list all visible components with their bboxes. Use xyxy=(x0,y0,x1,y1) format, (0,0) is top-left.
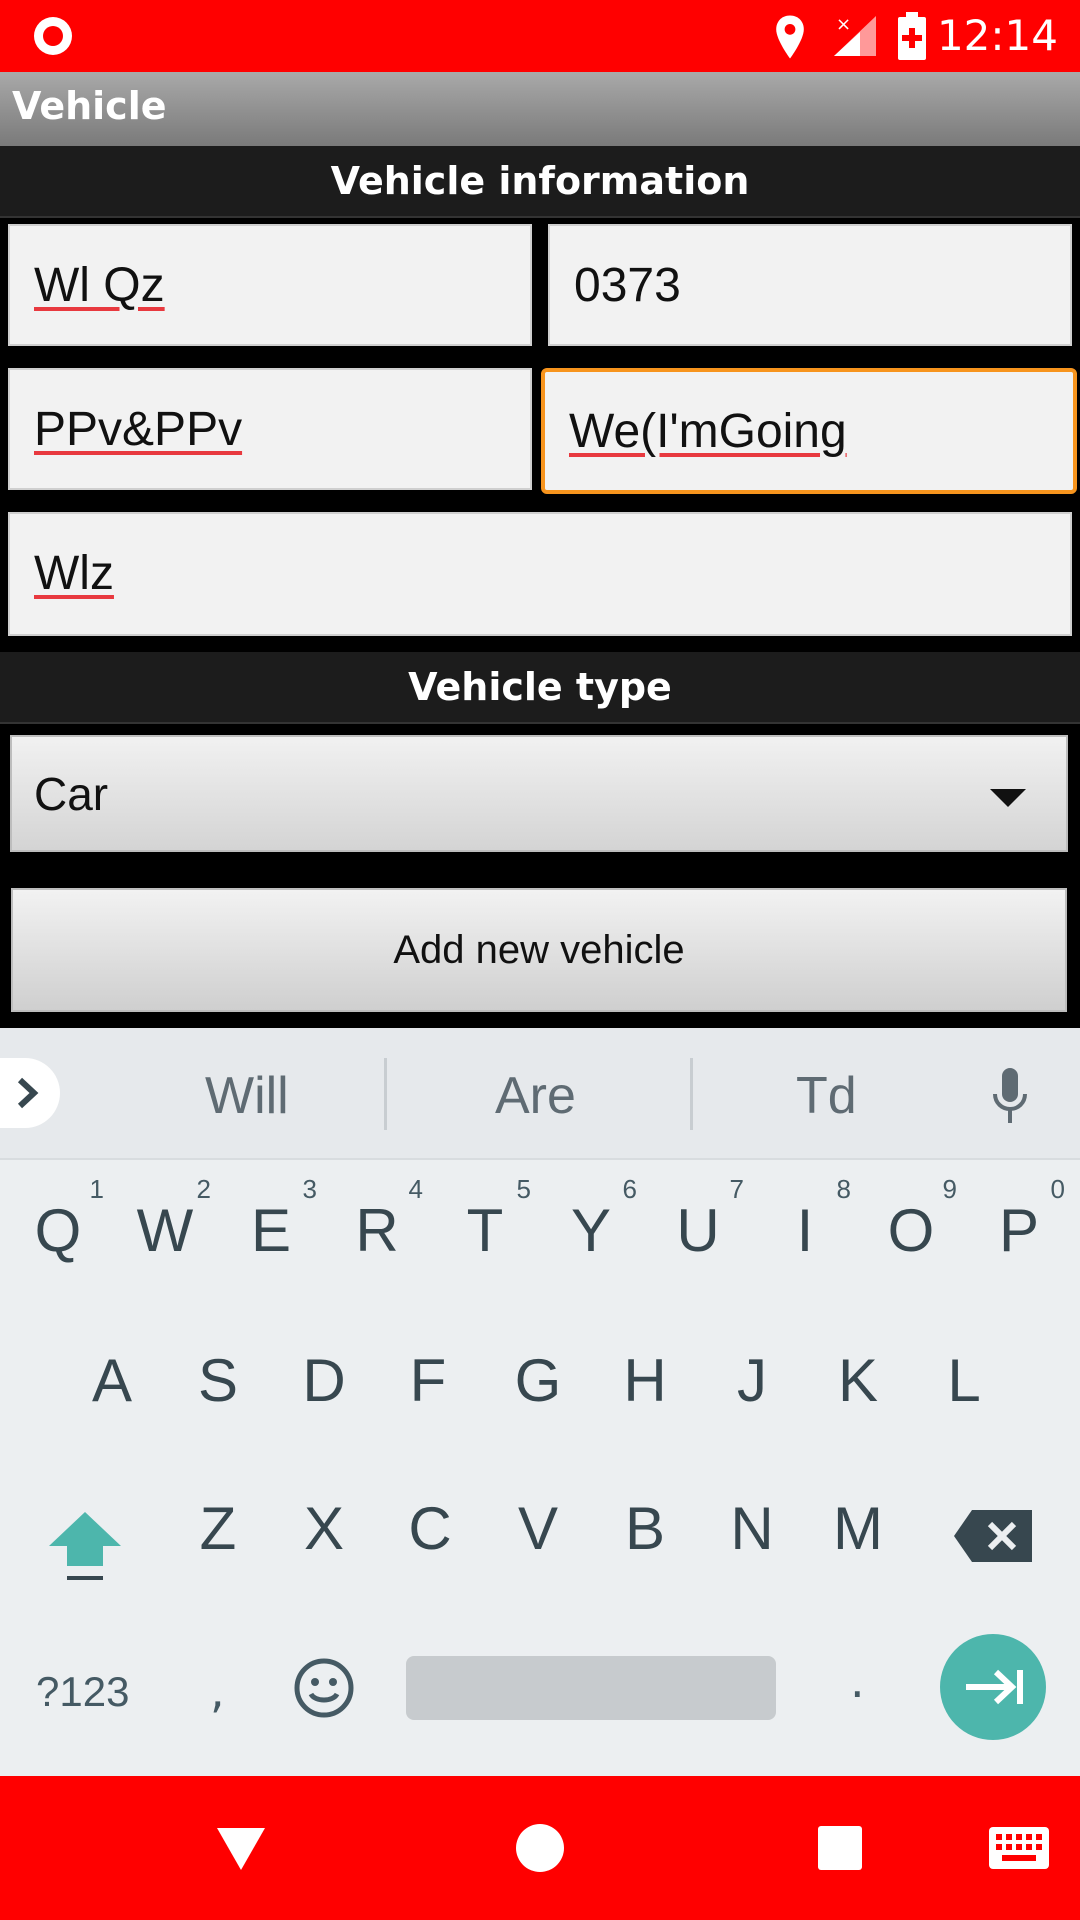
period-key[interactable]: . xyxy=(850,1654,865,1708)
enter-key[interactable] xyxy=(940,1634,1046,1740)
key-q[interactable]: Q1 xyxy=(8,1174,108,1265)
space-key[interactable] xyxy=(406,1656,776,1720)
emoji-icon[interactable] xyxy=(292,1656,356,1720)
key-j[interactable]: J xyxy=(702,1346,802,1415)
soft-keyboard: Will Are Td Q1 W2 E3 R4 T5 Y6 U7 I8 O9 P… xyxy=(0,1028,1080,1776)
key-n[interactable]: N xyxy=(702,1494,802,1563)
suggestion-2[interactable]: Are xyxy=(495,1066,576,1126)
chevron-right-icon[interactable] xyxy=(0,1058,60,1128)
vehicle-type-value: Car xyxy=(34,768,109,820)
navigation-bar xyxy=(0,1776,1080,1920)
backspace-icon xyxy=(954,1510,1032,1562)
vehicle-type-header: Vehicle type xyxy=(0,652,1080,724)
key-s[interactable]: S xyxy=(168,1346,268,1415)
key-m[interactable]: M xyxy=(808,1494,908,1563)
key-i[interactable]: I8 xyxy=(755,1174,855,1265)
vehicle-type-spinner[interactable]: Car xyxy=(10,735,1068,852)
key-d[interactable]: D xyxy=(274,1346,374,1415)
keyboard-icon[interactable] xyxy=(988,1826,1050,1870)
battery-icon xyxy=(898,12,926,60)
make-field-value: PPv&PPv xyxy=(34,403,243,456)
key-x[interactable]: X xyxy=(274,1494,374,1563)
add-vehicle-button[interactable]: Add new vehicle xyxy=(11,888,1067,1012)
key-t[interactable]: T5 xyxy=(435,1174,535,1265)
status-bar: × 12:14 xyxy=(0,0,1080,72)
key-b[interactable]: B xyxy=(595,1494,695,1563)
name-field-value: Wl Qz xyxy=(34,259,165,312)
location-icon xyxy=(776,15,804,59)
home-icon[interactable] xyxy=(514,1822,566,1874)
number-field[interactable]: 0373 xyxy=(548,224,1072,346)
key-w[interactable]: W2 xyxy=(115,1174,215,1265)
suggestion-strip: Will Are Td xyxy=(0,1028,1080,1160)
key-a[interactable]: A xyxy=(62,1346,162,1415)
shift-key[interactable] xyxy=(35,1506,135,1600)
name-field[interactable]: Wl Qz xyxy=(8,224,532,346)
key-k[interactable]: K xyxy=(808,1346,908,1415)
key-r[interactable]: R4 xyxy=(327,1174,427,1265)
key-c[interactable]: C xyxy=(380,1494,480,1563)
signal-icon: × xyxy=(834,14,876,56)
key-o[interactable]: O9 xyxy=(861,1174,961,1265)
backspace-key[interactable] xyxy=(944,1506,1044,1580)
app-title-bar: Vehicle xyxy=(0,72,1080,146)
key-z[interactable]: Z xyxy=(168,1494,268,1563)
svg-text:×: × xyxy=(836,14,851,35)
back-icon[interactable] xyxy=(215,1826,267,1872)
key-e[interactable]: E3 xyxy=(221,1174,321,1265)
make-field[interactable]: PPv&PPv xyxy=(8,368,532,490)
clock: 12:14 xyxy=(936,11,1058,60)
suggestion-1[interactable]: Will xyxy=(205,1066,289,1126)
vehicle-info-header: Vehicle information xyxy=(0,146,1080,218)
app-title: Vehicle xyxy=(12,84,167,128)
comma-key[interactable]: , xyxy=(210,1664,225,1718)
key-g[interactable]: G xyxy=(488,1346,588,1415)
record-icon xyxy=(34,17,72,55)
shift-icon xyxy=(49,1512,121,1580)
keyboard-bottom-row: ?123 , . xyxy=(0,1628,1080,1748)
symbols-key[interactable]: ?123 xyxy=(36,1668,129,1716)
dropdown-arrow-icon xyxy=(990,789,1026,807)
enter-icon xyxy=(966,1669,1023,1705)
key-h[interactable]: H xyxy=(595,1346,695,1415)
plate-field-value: Wlz xyxy=(34,547,114,600)
key-l[interactable]: L xyxy=(914,1346,1014,1415)
mic-icon[interactable] xyxy=(990,1066,1030,1130)
suggestion-divider xyxy=(690,1058,693,1130)
plate-field[interactable]: Wlz xyxy=(8,512,1072,636)
key-v[interactable]: V xyxy=(488,1494,588,1563)
model-field-value: We(I'mGoing xyxy=(569,405,847,458)
key-f[interactable]: F xyxy=(378,1346,478,1415)
recents-icon[interactable] xyxy=(816,1824,864,1872)
key-y[interactable]: Y6 xyxy=(541,1174,641,1265)
suggestion-3[interactable]: Td xyxy=(796,1066,857,1126)
key-u[interactable]: U7 xyxy=(648,1174,748,1265)
key-p[interactable]: P0 xyxy=(969,1174,1069,1265)
model-field[interactable]: We(I'mGoing xyxy=(541,368,1077,494)
suggestion-divider xyxy=(384,1058,387,1130)
